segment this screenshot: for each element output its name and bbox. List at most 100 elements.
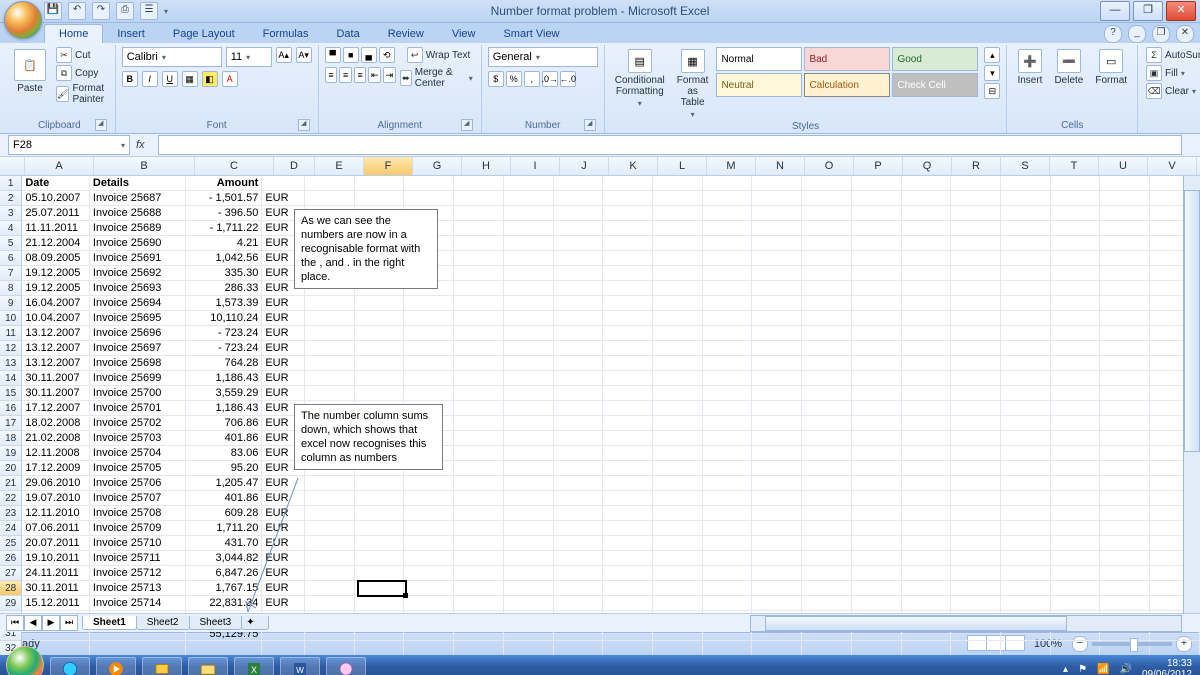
- cell-L26[interactable]: [653, 551, 703, 566]
- cell-Q12[interactable]: [902, 341, 952, 356]
- cell-B14[interactable]: Invoice 25699: [90, 371, 186, 386]
- cell-A27[interactable]: 24.11.2011: [22, 566, 90, 581]
- cell-B4[interactable]: Invoice 25689: [90, 221, 186, 236]
- cell-I18[interactable]: [504, 431, 554, 446]
- cell-O9[interactable]: [802, 296, 852, 311]
- cell-J1[interactable]: [554, 176, 604, 191]
- zoom-slider[interactable]: [1092, 642, 1172, 646]
- cell-L18[interactable]: [653, 431, 703, 446]
- paste-button[interactable]: 📋 Paste: [10, 47, 50, 96]
- cell-A17[interactable]: 18.02.2008: [22, 416, 90, 431]
- cell-D13[interactable]: EUR: [262, 356, 305, 371]
- cell-T17[interactable]: [1051, 416, 1101, 431]
- cell-K21[interactable]: [603, 476, 653, 491]
- cell-Q19[interactable]: [902, 446, 952, 461]
- cell-N12[interactable]: [752, 341, 802, 356]
- cell-A29[interactable]: 15.12.2011: [22, 596, 90, 611]
- cell-J11[interactable]: [554, 326, 604, 341]
- cell-T23[interactable]: [1051, 506, 1101, 521]
- tab-formulas[interactable]: Formulas: [249, 25, 323, 43]
- cell-P27[interactable]: [852, 566, 902, 581]
- cell-Q2[interactable]: [902, 191, 952, 206]
- cell-J15[interactable]: [554, 386, 604, 401]
- cell-P12[interactable]: [852, 341, 902, 356]
- cell-R1[interactable]: [951, 176, 1001, 191]
- cell-M5[interactable]: [703, 236, 753, 251]
- qat-dropdown-icon[interactable]: ▾: [164, 7, 168, 16]
- cell-J14[interactable]: [554, 371, 604, 386]
- cell-E13[interactable]: [305, 356, 355, 371]
- cell-K1[interactable]: [603, 176, 653, 191]
- min-ribbon-icon[interactable]: _: [1128, 25, 1146, 43]
- cell-M21[interactable]: [703, 476, 753, 491]
- cell-G28[interactable]: [404, 581, 454, 596]
- cell-P4[interactable]: [852, 221, 902, 236]
- align-left-icon[interactable]: ≡: [325, 67, 338, 83]
- tab-smart-view[interactable]: Smart View: [489, 25, 573, 43]
- qat-print-icon[interactable]: ⎙: [116, 2, 134, 20]
- cell-L2[interactable]: [653, 191, 703, 206]
- cell-T15[interactable]: [1051, 386, 1101, 401]
- row-header[interactable]: 3: [0, 206, 22, 221]
- cell-F12[interactable]: [355, 341, 405, 356]
- cell-O22[interactable]: [802, 491, 852, 506]
- cell-K12[interactable]: [603, 341, 653, 356]
- cell-M27[interactable]: [703, 566, 753, 581]
- cell-C27[interactable]: 6,847.26: [186, 566, 262, 581]
- cell-C4[interactable]: - 1,711.22: [186, 221, 262, 236]
- cell-A5[interactable]: 21.12.2004: [22, 236, 90, 251]
- cell-Q1[interactable]: [902, 176, 952, 191]
- cell-H2[interactable]: [454, 191, 504, 206]
- cell-I22[interactable]: [504, 491, 554, 506]
- cell-T28[interactable]: [1051, 581, 1101, 596]
- border-button[interactable]: ▦: [182, 71, 198, 87]
- cell-P7[interactable]: [852, 266, 902, 281]
- cell-F25[interactable]: [355, 536, 405, 551]
- cell-J26[interactable]: [554, 551, 604, 566]
- cell-M1[interactable]: [703, 176, 753, 191]
- cell-H16[interactable]: [454, 401, 504, 416]
- cell-B22[interactable]: Invoice 25707: [90, 491, 186, 506]
- close-button[interactable]: ✕: [1166, 1, 1196, 21]
- cell-K22[interactable]: [603, 491, 653, 506]
- tray-up-icon[interactable]: ▴: [1063, 664, 1068, 675]
- cell-M28[interactable]: [703, 581, 753, 596]
- row-header[interactable]: 20: [0, 461, 22, 476]
- cell-O2[interactable]: [802, 191, 852, 206]
- cell-H32[interactable]: [454, 641, 504, 656]
- cell-F1[interactable]: [355, 176, 405, 191]
- cell-T2[interactable]: [1051, 191, 1101, 206]
- cell-S22[interactable]: [1001, 491, 1051, 506]
- cell-A18[interactable]: 21.02.2008: [22, 431, 90, 446]
- cell-E23[interactable]: [305, 506, 355, 521]
- cell-L25[interactable]: [653, 536, 703, 551]
- cell-L5[interactable]: [653, 236, 703, 251]
- cell-O6[interactable]: [802, 251, 852, 266]
- cell-U27[interactable]: [1100, 566, 1150, 581]
- cell-U2[interactable]: [1100, 191, 1150, 206]
- cell-E29[interactable]: [305, 596, 355, 611]
- cell-Q5[interactable]: [902, 236, 952, 251]
- cell-Q20[interactable]: [902, 461, 952, 476]
- taskbar-outlook-icon[interactable]: [142, 657, 182, 675]
- tab-review[interactable]: Review: [374, 25, 438, 43]
- cell-G22[interactable]: [404, 491, 454, 506]
- cell-C19[interactable]: 83.06: [186, 446, 262, 461]
- cell-O26[interactable]: [802, 551, 852, 566]
- cell-K26[interactable]: [603, 551, 653, 566]
- cell-K2[interactable]: [603, 191, 653, 206]
- cell-S4[interactable]: [1001, 221, 1051, 236]
- cell-L3[interactable]: [653, 206, 703, 221]
- cell-N5[interactable]: [752, 236, 802, 251]
- cell-U16[interactable]: [1100, 401, 1150, 416]
- cell-K24[interactable]: [603, 521, 653, 536]
- italic-button[interactable]: I: [142, 71, 158, 87]
- taskbar-paint-icon[interactable]: [326, 657, 366, 675]
- cell-N25[interactable]: [752, 536, 802, 551]
- cell-J6[interactable]: [554, 251, 604, 266]
- cell-S18[interactable]: [1001, 431, 1051, 446]
- row-header[interactable]: 28: [0, 581, 22, 596]
- cell-D22[interactable]: EUR: [262, 491, 305, 506]
- cell-H6[interactable]: [454, 251, 504, 266]
- cell-O11[interactable]: [802, 326, 852, 341]
